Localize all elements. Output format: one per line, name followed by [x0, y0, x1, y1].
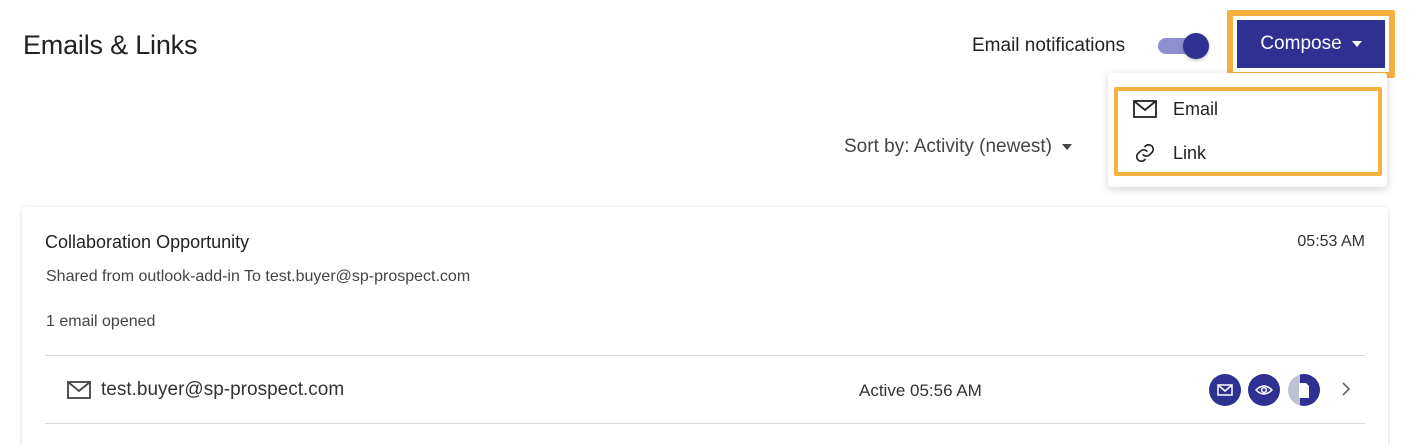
card-title: Collaboration Opportunity — [45, 232, 250, 252]
toggle-knob — [1183, 33, 1209, 59]
card-timestamp: 05:53 AM — [1297, 233, 1365, 250]
link-icon — [1133, 142, 1157, 164]
menu-item-email[interactable]: Email — [1133, 94, 1218, 124]
envelope-icon — [1133, 100, 1157, 118]
page-title: Emails & Links — [23, 30, 198, 60]
chevron-right-icon[interactable] — [1340, 381, 1352, 402]
card-subtitle: Shared from outlook-add-in To test.buyer… — [46, 268, 471, 285]
emails-links-page: Emails & Links Email notifications Compo… — [0, 0, 1410, 445]
recipient-email: test.buyer@sp-prospect.com — [101, 379, 345, 400]
envelope-icon — [67, 381, 91, 404]
caret-down-icon — [1062, 144, 1073, 150]
card-opened-count: 1 email opened — [46, 313, 156, 330]
caret-down-icon — [1351, 41, 1362, 47]
divider — [45, 355, 1365, 356]
eye-icon — [1248, 374, 1280, 406]
menu-item-label: Email — [1173, 98, 1219, 119]
document-icon — [1288, 374, 1320, 406]
sort-dropdown[interactable]: Sort by: Activity (newest) — [844, 136, 1073, 158]
menu-item-label: Link — [1173, 142, 1207, 163]
sort-label: Sort by: Activity (newest) — [844, 136, 1053, 157]
compose-button[interactable]: Compose — [1237, 20, 1385, 68]
menu-item-link[interactable]: Link — [1133, 138, 1206, 168]
divider — [45, 423, 1365, 424]
email-notifications-label: Email notifications — [972, 35, 1126, 56]
recipient-status: Active 05:56 AM — [859, 381, 982, 400]
compose-button-label: Compose — [1260, 33, 1342, 54]
email-notifications-toggle[interactable] — [1158, 32, 1210, 59]
email-badge-icon — [1209, 374, 1241, 406]
